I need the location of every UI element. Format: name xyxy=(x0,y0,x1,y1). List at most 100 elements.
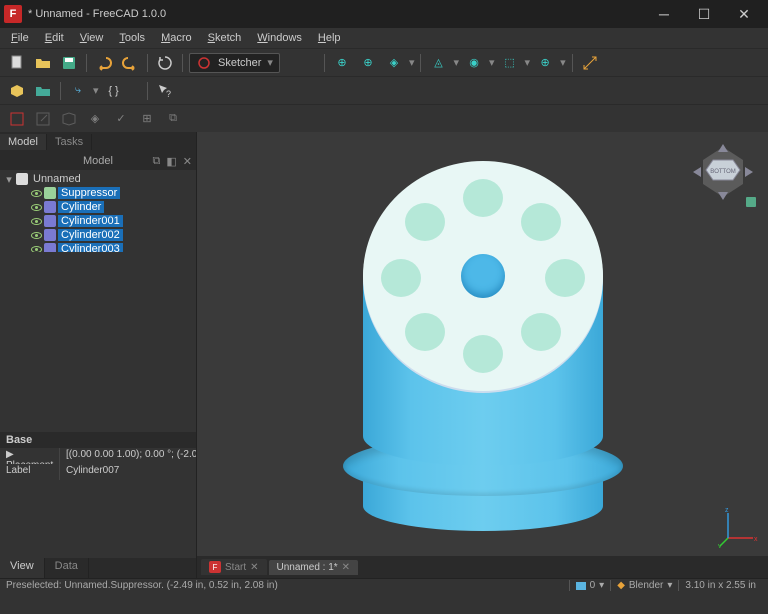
menu-edit[interactable]: Edit xyxy=(38,30,71,46)
whatsthis-button[interactable]: ? xyxy=(154,80,176,102)
menubar: File Edit View Tools Macro Sketch Window… xyxy=(0,28,768,48)
menu-macro[interactable]: Macro xyxy=(154,30,199,46)
new-file-button[interactable] xyxy=(6,52,28,74)
3d-viewport[interactable]: BOTTOM x y z F Start ✕ Un xyxy=(197,132,768,578)
menu-help[interactable]: Help xyxy=(311,30,348,46)
tree-item[interactable]: Cylinder003 xyxy=(0,242,196,252)
blender-icon: ◆ xyxy=(617,580,625,591)
center-hole[interactable] xyxy=(461,254,505,298)
outer-hole[interactable] xyxy=(463,179,503,217)
tab-close-icon[interactable]: ✕ xyxy=(250,562,258,573)
tab-tasks[interactable]: Tasks xyxy=(47,134,92,150)
tree-item[interactable]: Suppressor xyxy=(0,186,196,200)
property-row[interactable]: ▶ Placement[(0.00 0.00 1.00); 0.00 °; (-… xyxy=(0,448,196,464)
visibility-eye-icon[interactable] xyxy=(30,215,42,227)
visibility-eye-icon[interactable] xyxy=(30,201,42,213)
status-bar: Preselected: Unnamed.Suppressor. (-2.49 … xyxy=(0,578,768,592)
measure-button[interactable]: ⊕ xyxy=(534,52,556,74)
tab-view[interactable]: View xyxy=(0,558,45,578)
sketch-reorient-button[interactable]: ◈ xyxy=(84,108,106,130)
tab-data[interactable]: Data xyxy=(45,558,89,578)
close-button[interactable]: ✕ xyxy=(724,0,764,28)
visibility-eye-icon[interactable] xyxy=(30,187,42,199)
dropdown-icon: ▾ xyxy=(93,84,99,97)
outer-hole[interactable] xyxy=(463,335,503,373)
visibility-eye-icon[interactable] xyxy=(30,229,42,241)
dropdown-icon: ▾ xyxy=(267,56,273,69)
panel-tab-header: Model Tasks xyxy=(0,132,196,152)
selection-filter-button[interactable]: ◬ xyxy=(427,52,449,74)
model-tree[interactable]: ▾ Unnamed SuppressorCylinderCylinder001C… xyxy=(0,170,196,252)
dropdown-icon: ▾ xyxy=(409,56,415,69)
outer-hole[interactable] xyxy=(381,259,421,297)
outer-hole[interactable] xyxy=(545,259,585,297)
model-top-face[interactable] xyxy=(363,161,603,391)
property-key: Label xyxy=(0,464,60,480)
menu-windows[interactable]: Windows xyxy=(250,30,309,46)
undo-button[interactable] xyxy=(93,52,115,74)
dropdown-icon: ▾ xyxy=(525,56,531,69)
float-icon[interactable]: ◧ xyxy=(166,155,176,168)
outer-hole[interactable] xyxy=(405,203,445,241)
redo-button[interactable] xyxy=(119,52,141,74)
minimize-button[interactable]: ─ xyxy=(644,0,684,28)
viewport-tab-document[interactable]: Unnamed : 1* ✕ xyxy=(269,560,359,575)
dropdown-icon: ▾ xyxy=(667,580,672,591)
property-value[interactable]: [(0.00 0.00 1.00); 0.00 °; (-2.02 in -0.… xyxy=(60,448,196,464)
property-value[interactable]: Cylinder007 xyxy=(60,464,196,480)
group-button[interactable] xyxy=(32,80,54,102)
outer-hole[interactable] xyxy=(521,313,561,351)
sketch-new-button[interactable] xyxy=(6,108,28,130)
isometric-button[interactable]: ◈ xyxy=(383,52,405,74)
menu-tools[interactable]: Tools xyxy=(112,30,152,46)
sketch-mirror-button[interactable]: ⧉ xyxy=(162,108,184,130)
titlebar: F * Unnamed - FreeCAD 1.0.0 ─ ☐ ✕ xyxy=(0,0,768,28)
popout-icon[interactable]: ⧉ xyxy=(153,155,161,168)
tab-model[interactable]: Model xyxy=(0,134,47,150)
part-button[interactable] xyxy=(6,80,28,102)
status-dimensions: 3.10 in x 2.55 in xyxy=(678,580,762,591)
navigation-cube[interactable]: BOTTOM xyxy=(688,142,758,212)
refresh-button[interactable] xyxy=(154,52,176,74)
object-icon xyxy=(44,229,56,241)
3d-model[interactable] xyxy=(363,161,603,531)
sketch-merge-button[interactable]: ⊞ xyxy=(136,108,158,130)
menu-sketch[interactable]: Sketch xyxy=(201,30,249,46)
tree-doc-row[interactable]: ▾ Unnamed xyxy=(0,172,196,186)
menu-file[interactable]: File xyxy=(4,30,36,46)
open-file-button[interactable] xyxy=(32,52,54,74)
sketch-face-button[interactable] xyxy=(58,108,80,130)
maximize-button[interactable]: ☐ xyxy=(684,0,724,28)
app-logo-icon: F xyxy=(4,5,22,23)
close-panel-icon[interactable]: ✕ xyxy=(183,155,192,168)
sketch-validate-button[interactable]: ✓ xyxy=(110,108,132,130)
tree-item[interactable]: Cylinder xyxy=(0,200,196,214)
property-row[interactable]: LabelCylinder007 xyxy=(0,464,196,480)
zoom-fit-button[interactable]: ⊕ xyxy=(331,52,353,74)
viewport-tab-start[interactable]: F Start ✕ xyxy=(201,559,267,575)
property-tabs: View Data xyxy=(0,558,196,578)
tree-item[interactable]: Cylinder001 xyxy=(0,214,196,228)
status-message: Preselected: Unnamed.Suppressor. (-2.49 … xyxy=(6,580,278,591)
menu-view[interactable]: View xyxy=(73,30,111,46)
measure-distance-button[interactable] xyxy=(579,52,601,74)
sketch-edit-button[interactable] xyxy=(32,108,54,130)
status-nav-widget[interactable]: 0 ▾ xyxy=(569,580,611,591)
boundingbox-button[interactable]: ⬚ xyxy=(499,52,521,74)
status-navstyle-widget[interactable]: ◆ Blender ▾ xyxy=(610,580,678,591)
varset-button[interactable]: { } xyxy=(103,80,125,102)
save-button[interactable] xyxy=(58,52,80,74)
expand-icon[interactable]: ▾ xyxy=(4,173,14,186)
outer-hole[interactable] xyxy=(405,313,445,351)
drawstyle-button[interactable]: ◉ xyxy=(463,52,485,74)
outer-hole[interactable] xyxy=(521,203,561,241)
sketcher-icon xyxy=(196,55,212,71)
link-button[interactable]: ⤷ xyxy=(67,80,89,102)
toolbar-secondary: ⤷ ▾ { } ? xyxy=(0,76,768,104)
tab-close-icon[interactable]: ✕ xyxy=(342,562,350,573)
tree-item-label: Cylinder001 xyxy=(58,215,123,227)
zoom-selection-button[interactable]: ⊕ xyxy=(357,52,379,74)
visibility-eye-icon[interactable] xyxy=(30,243,42,252)
tree-item[interactable]: Cylinder002 xyxy=(0,228,196,242)
workbench-selector[interactable]: Sketcher ▾ xyxy=(189,53,280,73)
